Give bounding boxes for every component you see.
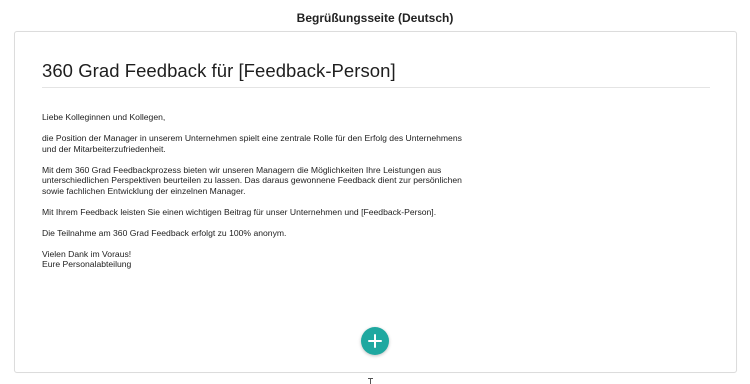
paragraph-closing: Vielen Dank im Voraus! Eure Personalabte… xyxy=(42,249,502,270)
paragraph-contribution: Mit Ihrem Feedback leisten Sie einen wic… xyxy=(42,207,502,218)
plus-icon xyxy=(368,334,382,348)
text-line: Die Teilnahme am 360 Grad Feedback erfol… xyxy=(42,227,287,238)
welcome-page-card: 360 Grad Feedback für [Feedback-Person] … xyxy=(14,31,737,373)
text-line: sowie fachlichen Entwicklung der einzeln… xyxy=(42,185,246,196)
text-line: Mit dem 360 Grad Feedbackprozess bieten … xyxy=(42,164,442,175)
text-line: Liebe Kolleginnen und Kollegen, xyxy=(42,112,166,122)
add-button[interactable] xyxy=(361,327,389,355)
resize-handle[interactable] xyxy=(367,377,377,384)
card-title: 360 Grad Feedback für [Feedback-Person] xyxy=(42,60,396,81)
paragraph-intro: die Position der Manager in unserem Unte… xyxy=(42,133,502,154)
paragraph-process: Mit dem 360 Grad Feedbackprozess bieten … xyxy=(42,165,502,197)
page-header: Begrüßungsseite (Deutsch) xyxy=(0,0,750,34)
text-line: die Position der Manager in unserem Unte… xyxy=(42,133,462,143)
paragraph-anonymity: Die Teilnahme am 360 Grad Feedback erfol… xyxy=(42,228,502,239)
text-line: und der Mitarbeiterzufriedenheit. xyxy=(42,143,166,154)
text-line: Eure Personalabteilung xyxy=(42,259,132,269)
page-title: Begrüßungsseite (Deutsch) xyxy=(296,11,454,25)
text-line: unterschiedlichen Perspektiven beurteile… xyxy=(42,175,462,185)
welcome-text-body[interactable]: Liebe Kolleginnen und Kollegen, die Posi… xyxy=(42,112,502,280)
title-divider xyxy=(42,87,710,88)
paragraph-greeting: Liebe Kolleginnen und Kollegen, xyxy=(42,112,502,123)
text-line: Mit Ihrem Feedback leisten Sie einen wic… xyxy=(42,206,437,217)
text-line: Vielen Dank im Voraus! xyxy=(42,248,132,259)
